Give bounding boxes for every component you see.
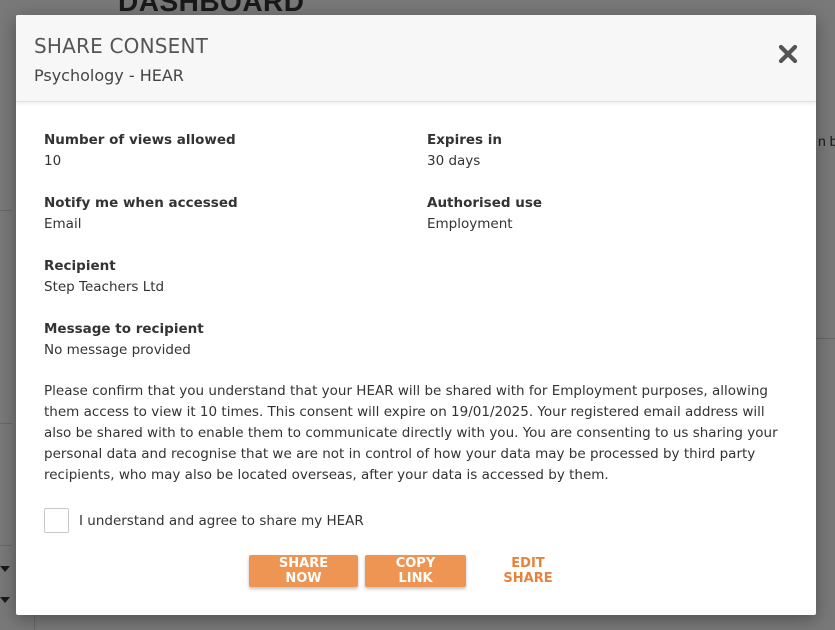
copy-link-button[interactable]: COPY LINK [365,555,466,587]
message-label: Message to recipient [44,321,204,337]
recipient-label: Recipient [44,258,116,274]
recipient-value: Step Teachers Ltd [44,279,165,295]
share-details: Number of views allowed 10 Expires in 30… [44,132,788,359]
notify-field: Notify me when accessed Email [44,195,427,233]
modal-title: SHARE CONSENT [34,34,209,58]
close-x-icon [778,44,798,64]
modal-body: Number of views allowed 10 Expires in 30… [16,102,816,587]
message-field: Message to recipient No message provided [44,321,788,359]
consent-statement: Please confirm that you understand that … [44,383,778,483]
modal-subtitle: Psychology - HEAR [34,66,184,85]
authorised-use-value: Employment [427,216,513,232]
expires-label: Expires in [427,132,503,148]
message-value: No message provided [44,342,191,358]
views-field: Number of views allowed 10 [44,132,427,170]
modal-actions: SHARE NOW COPY LINK EDIT SHARE [44,555,788,587]
authorised-use-field: Authorised use Employment [427,195,788,233]
agree-label[interactable]: I understand and agree to share my HEAR [79,513,364,529]
views-label: Number of views allowed [44,132,236,148]
edit-share-button[interactable]: EDIT SHARE [473,555,583,587]
modal-header: SHARE CONSENT Psychology - HEAR [16,15,816,102]
share-now-button[interactable]: SHARE NOW [249,555,358,587]
close-button[interactable] [778,44,798,64]
agree-row: I understand and agree to share my HEAR [44,508,788,533]
authorised-use-label: Authorised use [427,195,543,211]
notify-label: Notify me when accessed [44,195,238,211]
share-consent-modal: SHARE CONSENT Psychology - HEAR Number o… [16,15,816,615]
expires-value: 30 days [427,153,481,169]
agree-checkbox[interactable] [44,508,69,533]
notify-value: Email [44,216,82,232]
views-value: 10 [44,153,62,169]
expires-field: Expires in 30 days [427,132,788,170]
recipient-field: Recipient Step Teachers Ltd [44,258,788,296]
